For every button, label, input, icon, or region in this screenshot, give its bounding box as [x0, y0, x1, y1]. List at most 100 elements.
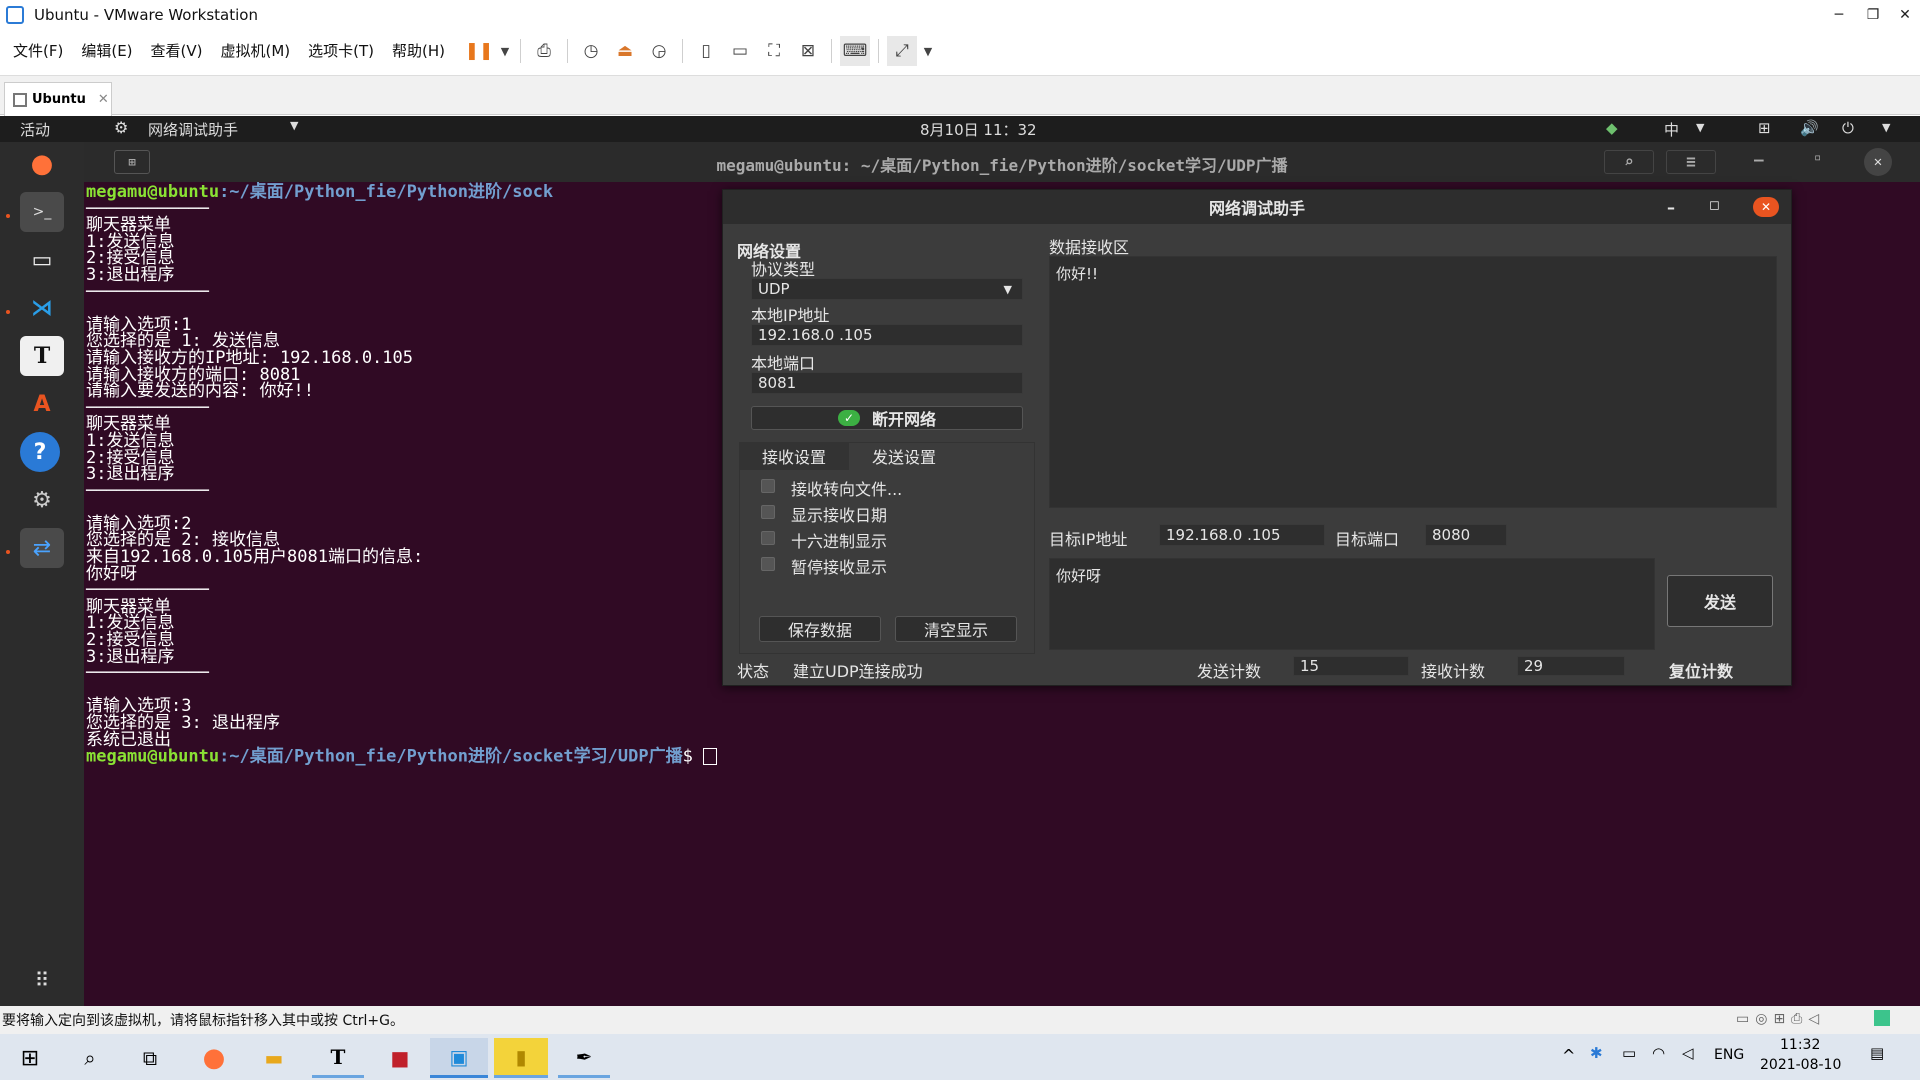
fullscreen-icon[interactable]: ⛶ — [759, 36, 789, 66]
minimize-icon[interactable]: – — [1667, 198, 1675, 217]
chevron-down-icon[interactable]: ▼ — [1696, 121, 1704, 134]
power-icon[interactable]: ⏻ — [1842, 119, 1854, 137]
notifications-icon[interactable]: ▤ — [1870, 1044, 1884, 1062]
files-icon[interactable]: ▭ — [20, 240, 64, 280]
taskbar-time[interactable]: 11:32 — [1780, 1037, 1820, 1053]
help-icon[interactable]: ? — [20, 432, 60, 472]
snapshot-manager-icon[interactable]: ◶ — [644, 36, 674, 66]
show-apps-icon[interactable]: ⠿ — [20, 960, 64, 1000]
file-explorer-icon[interactable]: ▬ — [248, 1038, 300, 1078]
windows-start-icon[interactable]: ⊞ — [4, 1038, 56, 1078]
shield-icon[interactable]: ◆ — [1606, 119, 1618, 137]
send-ctrl-alt-del-icon[interactable]: ⎙ — [529, 36, 559, 66]
firefox-icon[interactable]: ● — [188, 1038, 240, 1078]
local-port-input[interactable]: 8081 — [751, 372, 1023, 394]
notes-app-icon[interactable]: ▮ — [494, 1038, 548, 1078]
console-view-icon[interactable]: ⌨ — [840, 36, 871, 66]
battery-icon[interactable]: ▭ — [1622, 1044, 1636, 1062]
menu-tabs[interactable]: 选项卡(T) — [299, 35, 383, 67]
hex-display-checkbox[interactable] — [761, 531, 775, 545]
separator: ──────────── — [86, 663, 209, 684]
menu-help[interactable]: 帮助(H) — [383, 35, 454, 67]
tab-close-icon[interactable]: ✕ — [98, 92, 109, 107]
device-icons[interactable]: ▭◎⊞⎙◁ — [1736, 1011, 1825, 1027]
language-indicator[interactable]: ENG — [1714, 1047, 1744, 1063]
vmware-taskbar-icon[interactable]: ▣ — [430, 1038, 488, 1078]
tab-send-settings[interactable]: 发送设置 — [849, 442, 959, 470]
maximize-icon[interactable]: ▫ — [1814, 150, 1821, 164]
software-center-icon[interactable]: A — [20, 384, 64, 424]
maximize-icon[interactable]: ◻ — [1709, 198, 1720, 213]
app-red-icon[interactable]: ■ — [374, 1038, 426, 1078]
redirect-file-checkbox[interactable] — [761, 479, 775, 493]
search-icon[interactable]: ⌕ — [1604, 150, 1654, 174]
typora-icon[interactable]: T — [312, 1038, 364, 1078]
tab-receive-settings[interactable]: 接收设置 — [739, 442, 849, 470]
save-data-button[interactable]: 保存数据 — [759, 616, 881, 642]
bluetooth-icon[interactable]: ✱ — [1590, 1044, 1603, 1062]
restore-icon[interactable]: ❐ — [1856, 0, 1890, 30]
settings-icon[interactable]: ⚙ — [20, 480, 64, 520]
revert-snapshot-icon[interactable]: ⏏ — [610, 36, 640, 66]
close-icon[interactable]: ✕ — [1888, 0, 1920, 30]
disconnect-button[interactable]: ✓ 断开网络 — [751, 406, 1023, 430]
send-area[interactable]: 你好呀 — [1049, 558, 1655, 650]
vscode-icon[interactable]: ⋊ — [20, 288, 64, 328]
status-value: 建立UDP连接成功 — [793, 662, 923, 681]
task-view-icon[interactable]: ⧉ — [124, 1038, 176, 1078]
receive-area[interactable]: 你好!! — [1049, 256, 1777, 508]
send-count-label: 发送计数 — [1197, 662, 1262, 681]
reset-count-button[interactable]: 复位计数 — [1669, 658, 1733, 682]
status-label: 状态 — [737, 662, 770, 681]
menu-file[interactable]: 文件(F) — [4, 35, 72, 67]
unity-icon[interactable]: ⊠ — [793, 36, 823, 66]
chevron-down-icon[interactable]: ▼ — [1882, 121, 1890, 134]
tab-ubuntu[interactable]: Ubuntu ✕ — [4, 82, 112, 116]
close-icon[interactable]: ✕ — [1753, 197, 1779, 217]
menu-output: 聊天器菜单 1:发送信息 2:接受信息 3:退出程序 — [86, 414, 175, 485]
show-library-icon[interactable]: ▯ — [691, 36, 721, 66]
pause-icon[interactable]: ❚❚ — [464, 36, 494, 66]
chevron-down-icon[interactable]: ▼ — [290, 119, 298, 132]
clock[interactable]: 8月10日 11：32 — [920, 119, 1037, 140]
protocol-label: 协议类型 — [751, 260, 816, 279]
chevron-up-icon[interactable]: ^ — [1562, 1046, 1575, 1065]
taskbar-date[interactable]: 2021-08-10 — [1760, 1057, 1841, 1073]
menu-edit[interactable]: 编辑(E) — [72, 35, 141, 67]
minimize-icon[interactable]: – — [1754, 150, 1764, 169]
app-menu-icon[interactable]: ⚙ — [114, 118, 128, 137]
typora-icon[interactable]: T — [20, 336, 64, 376]
protocol-select[interactable]: UDP ▼ — [751, 278, 1023, 300]
netassist-dock-icon[interactable]: ⇄ — [20, 528, 64, 568]
thumbnail-bar-icon[interactable]: ▭ — [725, 36, 755, 66]
menu-view[interactable]: 查看(V) — [142, 35, 212, 67]
volume-icon[interactable]: ◁ — [1682, 1044, 1694, 1062]
local-ip-input[interactable]: 192.168.0 .105 — [751, 324, 1023, 346]
minimize-icon[interactable]: ─ — [1822, 0, 1856, 30]
send-button[interactable]: 发送 — [1667, 575, 1773, 627]
snapshot-icon[interactable]: ◷ — [576, 36, 606, 66]
terminal-icon[interactable]: >_ — [20, 192, 64, 232]
show-date-checkbox[interactable] — [761, 505, 775, 519]
network-icon[interactable]: ⊞ — [1758, 119, 1771, 137]
target-ip-input[interactable]: 192.168.0 .105 — [1159, 524, 1325, 546]
chevron-down-icon: ▼ — [1003, 282, 1012, 296]
wifi-icon[interactable]: ◠ — [1652, 1044, 1665, 1062]
menu-vm[interactable]: 虚拟机(M) — [212, 35, 300, 67]
pause-display-checkbox[interactable] — [761, 557, 775, 571]
message-log-icon[interactable] — [1874, 1010, 1890, 1026]
firefox-icon[interactable]: ● — [20, 144, 64, 184]
hamburger-menu-icon[interactable]: ≡ — [1666, 150, 1716, 174]
app-menu-label[interactable]: 网络调试助手 — [148, 119, 238, 140]
input-method-indicator[interactable]: 中 — [1664, 119, 1679, 140]
dropdown-arrow-icon[interactable]: ▼ — [921, 36, 935, 66]
search-icon[interactable]: ⌕ — [64, 1038, 116, 1078]
clear-display-button[interactable]: 清空显示 — [895, 616, 1017, 642]
dropdown-arrow-icon[interactable]: ▼ — [498, 36, 512, 66]
activities-button[interactable]: 活动 — [20, 119, 50, 140]
volume-icon[interactable]: 🔊 — [1800, 119, 1819, 137]
stretch-guest-icon[interactable]: ⤢ — [887, 36, 918, 66]
close-icon[interactable]: ✕ — [1864, 148, 1892, 176]
ink-app-icon[interactable]: ✒ — [558, 1038, 610, 1078]
target-port-input[interactable]: 8080 — [1425, 524, 1507, 546]
